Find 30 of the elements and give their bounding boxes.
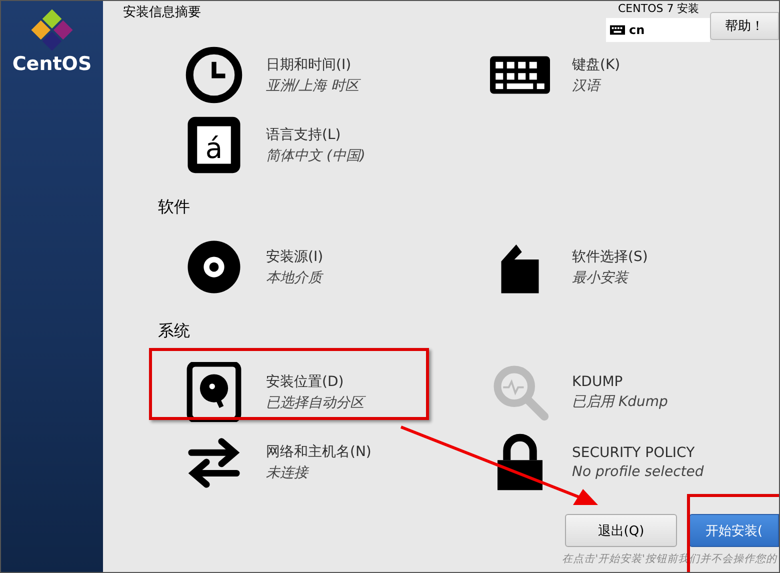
spoke-status: 最小安装 — [572, 268, 630, 286]
spoke-status: 已启用 Kdump — [572, 392, 668, 410]
spoke-status: 亚洲/上海 时区 — [266, 76, 360, 94]
spoke-title[interactable]: 键盘(K) — [572, 56, 620, 74]
begin-install-button[interactable]: 开始安装( — [689, 514, 779, 547]
spoke-status: 本地介质 — [266, 268, 324, 286]
spoke-title[interactable]: 语言支持(L) — [266, 126, 366, 144]
spoke-title[interactable]: 软件选择(S) — [572, 248, 648, 266]
quit-button[interactable]: 退出(Q) — [565, 514, 677, 547]
spoke-title[interactable]: 安装位置(D) — [266, 372, 364, 390]
section-heading: 软件 — [158, 197, 191, 216]
spoke-title[interactable]: KDUMP — [572, 374, 668, 390]
spoke-title[interactable]: 安装源(I) — [266, 248, 324, 266]
logo-icon — [31, 9, 73, 51]
spoke-title[interactable]: SECURITY POLICY — [572, 444, 704, 460]
clock-icon — [184, 45, 244, 105]
product-title: CENTOS 7 安装 — [618, 1, 700, 16]
spoke-title[interactable]: 网络和主机名(N) — [266, 442, 372, 460]
keyboard-icon — [610, 25, 625, 35]
spoke-status: 未连接 — [266, 464, 310, 482]
help-button[interactable]: 帮助！ — [710, 12, 779, 40]
section-heading: 系统 — [158, 321, 191, 340]
spoke-title[interactable]: 日期和时间(I) — [266, 56, 360, 74]
logo-text: CentOS — [12, 53, 92, 75]
spoke-status: 已选择自动分区 — [266, 394, 364, 412]
keyboard-layout-field[interactable]: cn — [606, 18, 710, 42]
spoke-status: 汉语 — [572, 76, 602, 94]
spoke-status: No profile selected — [572, 464, 704, 480]
page-title: 安装信息摘要 — [123, 4, 201, 22]
spoke-status: 简体中文 (中国) — [266, 146, 366, 164]
